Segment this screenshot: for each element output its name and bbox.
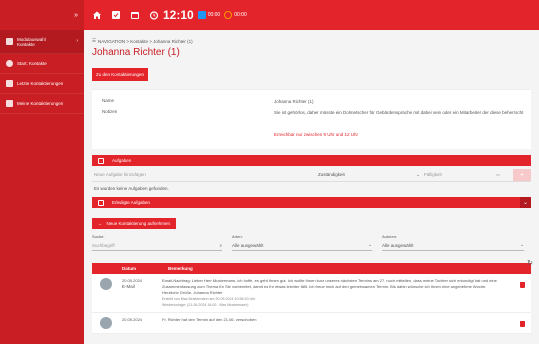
clock: 12:10 — [163, 8, 194, 22]
sidebar-item-label: Letzte Kontaktierungen — [17, 81, 64, 86]
new-task-row: Neue Aufgabe hinzufügen Zuständigkeit ⌄ … — [92, 168, 531, 182]
row-note-cell: Fr. Richter hat den Termin auf den 21.06… — [162, 317, 502, 329]
type-select[interactable]: Alle ausgewählt ⌄ — [232, 240, 372, 251]
author-value: Alle ausgewählt — [382, 242, 414, 248]
type-label: Arten: — [232, 234, 243, 239]
work-icon — [197, 11, 206, 19]
tasks-header[interactable]: Aufgaben — [92, 155, 531, 166]
avatar — [100, 317, 112, 329]
responsible-label: Zuständigkeit — [318, 171, 345, 177]
to-contacts-button[interactable]: Zu den Kontaktierungen — [92, 68, 149, 81]
avatar — [100, 278, 112, 290]
break-icon — [224, 11, 233, 19]
grid-icon — [6, 38, 13, 45]
search-label: Suche: — [92, 234, 105, 239]
task-input[interactable]: Neue Aufgabe hinzufügen — [94, 172, 146, 177]
notes-value: Sie ist gehörlos, daher müsste ein Dolme… — [274, 110, 524, 115]
due-date-placeholder: Fälligkeit — [424, 171, 442, 177]
top-bar: » 12:10 00:00 00:00 — [0, 0, 539, 30]
refresh-icon[interactable]: ↻ — [527, 259, 533, 267]
search-input[interactable]: Suchbegriff ⌕ — [92, 240, 222, 251]
row-note: Email-Nachtrag: Lieber Herr Mustermann, … — [162, 278, 497, 295]
stat-break-value: 00:00 — [234, 12, 247, 18]
collapse-toggle[interactable]: » — [0, 0, 84, 30]
checklist-icon[interactable] — [111, 10, 121, 20]
row-date-cell: 20.05.2024 E-Mail — [122, 278, 162, 308]
sidebar-item-recent[interactable]: Letzte Kontaktierungen — [0, 74, 84, 94]
row-date: 20.05.2024 — [122, 317, 143, 322]
filters: Suche: Suchbegriff ⌕ Arten: Alle ausgewä… — [92, 234, 531, 251]
row-date-cell: 20.05.2024 — [122, 317, 162, 329]
table-row[interactable]: 20.05.2024 Fr. Richter hat den Termin au… — [92, 313, 531, 334]
contact-info-panel: Name Johanna Richter (1) Notizen Sie ist… — [92, 89, 531, 149]
availability-hint: Erreichbar nur zwischen 9 Uhr und 12 Uhr — [274, 132, 359, 137]
sidebar-item-label: Start: Kontakte — [17, 61, 47, 66]
chevron-down-icon: ⌄ — [368, 242, 372, 247]
arrow-left-icon: ← — [98, 221, 103, 226]
breadcrumb: ☰ NAVIGATION > Kontakte > Johanna Richte… — [92, 38, 535, 44]
sidebar-item-start[interactable]: Start: Kontakte — [0, 54, 84, 74]
responsible-select[interactable]: Zuständigkeit ⌄ — [318, 172, 420, 178]
calendar-icon[interactable] — [130, 10, 140, 20]
tasks-icon — [98, 157, 104, 164]
list-icon — [6, 100, 13, 107]
trash-icon[interactable] — [520, 321, 525, 327]
start-icon — [6, 60, 13, 67]
done-tasks-header[interactable]: Erledigte Aufgaben ⌄ — [92, 197, 531, 208]
notes-label: Notizen — [102, 109, 118, 114]
stat-break: 00:00 — [224, 11, 247, 19]
add-task-button[interactable]: + — [513, 169, 531, 181]
row-note-cell: Email-Nachtrag: Lieber Herr Mustermann, … — [162, 278, 502, 308]
row-note: Fr. Richter hat den Termin auf den 21.06… — [162, 317, 257, 322]
chevron-right-icon: › — [76, 38, 78, 44]
main-content: ☰ NAVIGATION > Kontakte > Johanna Richte… — [84, 30, 539, 344]
page-title: Johanna Richter (1) — [92, 47, 180, 58]
chevron-down-icon[interactable]: ⌄ — [520, 197, 531, 208]
done-tasks-title: Erledigte Aufgaben — [112, 200, 151, 205]
row-meta-followup: Wiedervorlage: (21.06.2024 16:00 - Max M… — [162, 303, 249, 307]
sidebar-item-label: Modulauswahl Kontakte — [17, 36, 46, 47]
home-icon[interactable] — [92, 10, 102, 20]
contacts-table: Datum Bemerkung 20.05.2024 E-Mail Email-… — [92, 263, 531, 334]
col-date[interactable]: Datum — [122, 266, 168, 271]
timer-icon[interactable] — [149, 10, 159, 20]
sidebar: Modulauswahl Kontakte › Start: Kontakte … — [0, 30, 84, 344]
stat-work-value: 00:00 — [207, 12, 221, 18]
table-header: Datum Bemerkung — [92, 263, 531, 274]
due-date-field[interactable]: Fälligkeit ▭ — [424, 172, 500, 178]
no-tasks-text: Es wurden keine Aufgaben gefunden. — [94, 186, 169, 191]
name-value: Johanna Richter (1) — [274, 99, 314, 104]
calendar-icon: ▭ — [495, 171, 500, 177]
author-label: Autoren: — [382, 234, 398, 239]
tasks-title: Aufgaben — [112, 158, 132, 163]
sidebar-item-modules[interactable]: Modulauswahl Kontakte › — [0, 30, 84, 54]
chevron-down-icon: ⌄ — [520, 242, 524, 247]
breadcrumb-text[interactable]: NAVIGATION > Kontakte > Johanna Richter … — [98, 39, 193, 44]
search-icon: ⌕ — [219, 242, 222, 248]
menu-icon[interactable]: ☰ — [92, 38, 96, 44]
row-type: E-Mail — [122, 284, 135, 289]
search-placeholder: Suchbegriff — [92, 242, 115, 248]
name-label: Name — [102, 98, 115, 103]
chevron-down-icon: ⌄ — [416, 171, 420, 177]
author-select[interactable]: Alle ausgewählt ⌄ — [382, 240, 524, 251]
sidebar-item-label: Meine Kontaktierungen — [17, 101, 64, 106]
sidebar-item-mine[interactable]: Meine Kontaktierungen — [0, 94, 84, 114]
stat-work: 00:00 — [197, 11, 221, 19]
new-contact-label: Neue Kontaktierung aufnehmen — [106, 221, 171, 226]
col-note[interactable]: Bemerkung — [168, 266, 193, 271]
done-tasks-icon — [98, 199, 104, 206]
table-row[interactable]: 20.05.2024 E-Mail Email-Nachtrag: Lieber… — [92, 274, 531, 313]
trash-icon[interactable] — [520, 282, 525, 288]
list-icon — [6, 80, 13, 87]
new-contact-button[interactable]: ← Neue Kontaktierung aufnehmen — [92, 218, 177, 229]
type-value: Alle ausgewählt — [232, 242, 264, 248]
